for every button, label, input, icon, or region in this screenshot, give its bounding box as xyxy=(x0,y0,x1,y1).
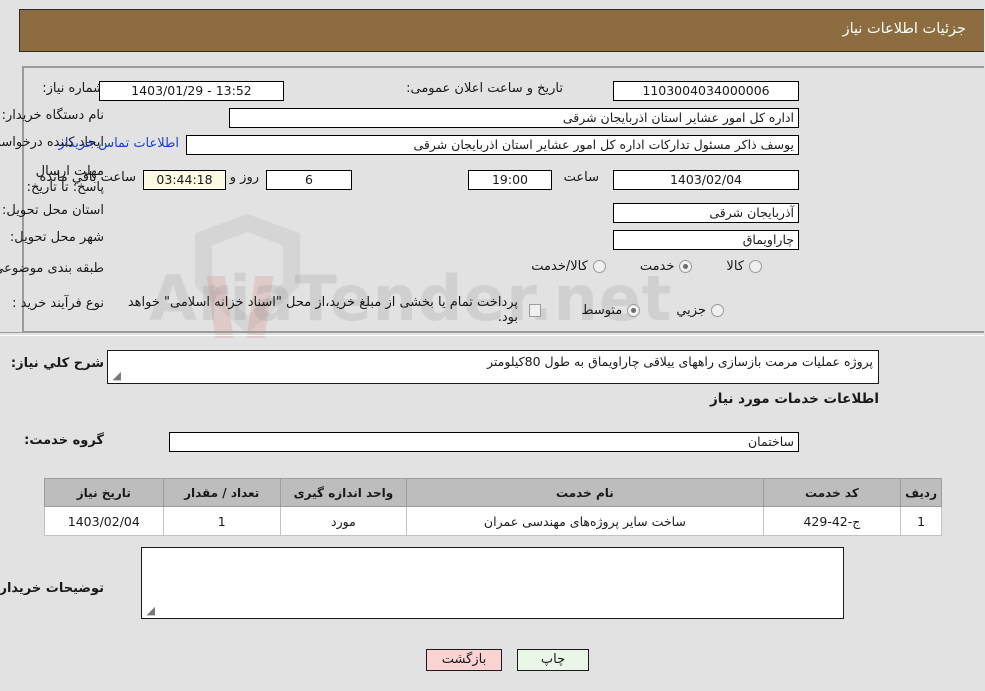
service-group-label: گروه خدمت: xyxy=(25,433,105,448)
checkbox-treasury-bonds[interactable]: پرداخت تمام یا بخشی از مبلغ خرید،از محل … xyxy=(125,295,543,325)
days-remaining-label: روز و xyxy=(230,170,260,185)
need-number-label: شماره نیاز: xyxy=(43,81,105,96)
need-info-panel xyxy=(23,66,985,333)
col-header-unit: واحد اندازه گیری xyxy=(280,478,409,507)
deadline-time-label: ساعت xyxy=(564,170,600,185)
countdown-field[interactable]: 03:44:18 xyxy=(144,170,227,190)
radio-option-motavasset[interactable]: متوسط xyxy=(582,302,642,318)
countdown-label-wrap: ساعت باقي مانده xyxy=(41,170,137,185)
announce-datetime-label-wrap: تاریخ و ساعت اعلان عمومی: xyxy=(407,81,564,96)
radio-icon-kala[interactable] xyxy=(750,260,763,273)
buyer-contact-link-wrap: اطلاعات تماس خریدار xyxy=(60,136,180,151)
service-group-field[interactable]: ساختمان xyxy=(170,432,800,452)
section-divider xyxy=(0,332,985,336)
cell-service-name: ساخت سایر پروژه‌های مهندسی عمران xyxy=(407,506,765,536)
delivery-city-label: شهر محل تحویل: xyxy=(10,230,105,245)
col-header-index: ردیف xyxy=(901,478,943,507)
window-header: جزئیات اطلاعات نیاز xyxy=(20,9,985,52)
buyer-contact-link[interactable]: اطلاعات تماس خریدار xyxy=(60,136,180,151)
delivery-city-label-wrap: شهر محل تحویل: xyxy=(11,230,105,245)
radio-icon-motavasset[interactable] xyxy=(628,303,642,317)
radio-label-jozei: جزیي xyxy=(677,302,707,318)
service-group-label-wrap: گروه خدمت: xyxy=(25,433,105,448)
services-table: ردیف کد خدمت نام خدمت واحد اندازه گیری ت… xyxy=(45,478,943,536)
buyer-notes-label-wrap: توضیحات خریدار: xyxy=(0,581,105,596)
general-description-label: شرح كلي نياز: xyxy=(11,356,105,371)
cell-index: 1 xyxy=(901,506,943,536)
subject-category-radio-group: کالا خدمت کالا/خدمت xyxy=(173,259,763,274)
days-label-wrap: روز و xyxy=(231,170,260,185)
col-header-service-code: کد خدمت xyxy=(763,478,903,507)
countdown-label: ساعت باقي مانده xyxy=(40,170,137,185)
deadline-time-field[interactable]: 19:00 xyxy=(469,170,553,190)
need-number-label-wrap: شماره نیاز: xyxy=(5,81,105,96)
deadline-date-field[interactable]: 1403/02/04 xyxy=(614,170,800,190)
radio-label-motavasset: متوسط xyxy=(582,302,624,318)
radio-icon-jozei[interactable] xyxy=(712,303,725,317)
delivery-province-label: استان محل تحویل: xyxy=(3,203,105,218)
table-row: 1 ج-42-429 ساخت سایر پروژه‌های مهندسی عم… xyxy=(45,506,943,536)
days-remaining-field[interactable]: 6 xyxy=(267,170,353,190)
cell-quantity: 1 xyxy=(163,506,282,536)
col-header-service-name: نام خدمت xyxy=(407,478,765,507)
subject-category-label: طبقه بندی موضوعی: xyxy=(0,261,105,276)
purchase-process-label: نوع فرآیند خرید : xyxy=(13,296,105,311)
radio-option-kala-khedmat[interactable]: کالا/خدمت xyxy=(532,259,607,274)
delivery-city-field[interactable]: چاراویماق xyxy=(614,230,800,250)
buyer-org-label: نام دستگاه خریدار: xyxy=(2,108,105,123)
radio-icon-kala-khedmat[interactable] xyxy=(593,260,607,273)
announce-datetime-field[interactable]: 13:52 - 1403/01/29 xyxy=(100,81,285,101)
radio-label-kala-khedmat: کالا/خدمت xyxy=(532,259,589,274)
general-description-textarea[interactable]: پروژه عملیات مرمت بازسازی راههای ییلاقی … xyxy=(108,350,880,384)
delivery-province-field[interactable]: آذربایجان شرقی xyxy=(614,203,800,223)
purchase-process-label-wrap: نوع فرآیند خرید : xyxy=(13,296,105,311)
radio-option-jozei[interactable]: جزیي xyxy=(677,303,725,318)
radio-option-kala[interactable]: کالا xyxy=(727,259,763,274)
cell-unit: مورد xyxy=(280,506,409,536)
checkbox-label-treasury-bonds: پرداخت تمام یا بخشی از مبلغ خرید،از محل … xyxy=(128,295,520,325)
radio-label-khedmat: خدمت xyxy=(640,259,676,274)
cell-service-code: ج-42-429 xyxy=(763,506,903,536)
col-header-need-date: تاریخ نیاز xyxy=(45,478,165,507)
need-number-field[interactable]: 1103004034000006 xyxy=(614,81,800,101)
purchase-process-radio-group: جزیي متوسط پرداخت تمام یا بخشی از مبلغ خ… xyxy=(125,295,725,325)
delivery-province-label-wrap: استان محل تحویل: xyxy=(3,203,105,218)
radio-label-kala: کالا xyxy=(727,259,745,274)
checkbox-icon-treasury-bonds[interactable] xyxy=(530,303,543,317)
back-button[interactable]: بازگشت xyxy=(427,649,503,671)
radio-option-khedmat[interactable]: خدمت xyxy=(641,259,694,274)
radio-icon-khedmat[interactable] xyxy=(680,260,694,273)
request-creator-field[interactable]: یوسف ذاکر مسئول تدارکات اداره کل امور عش… xyxy=(187,135,800,155)
resize-handle-icon-notes[interactable]: ◢ xyxy=(146,605,156,616)
announce-datetime-label: تاریخ و ساعت اعلان عمومی: xyxy=(407,81,564,96)
resize-handle-icon[interactable]: ◢ xyxy=(112,370,122,381)
deadline-time-label-wrap: ساعت xyxy=(565,170,600,185)
page-title: جزئیات اطلاعات نیاز xyxy=(843,21,967,37)
buyer-notes-label: توضیحات خریدار: xyxy=(0,581,105,596)
cell-need-date: 1403/02/04 xyxy=(45,506,165,536)
table-header-row: ردیف کد خدمت نام خدمت واحد اندازه گیری ت… xyxy=(45,478,943,507)
buyer-org-field[interactable]: اداره کل امور عشایر استان اذربایجان شرقی xyxy=(230,108,800,128)
services-section-title: اطلاعات خدمات مورد نیاز xyxy=(710,391,880,407)
subject-category-label-wrap: طبقه بندی موضوعی: xyxy=(0,261,105,276)
general-description-label-wrap: شرح كلي نياز: xyxy=(12,356,105,371)
print-button[interactable]: چاپ xyxy=(518,649,590,671)
col-header-quantity: تعداد / مقدار xyxy=(163,478,282,507)
general-description-value: پروژه عملیات مرمت بازسازی راههای ییلاقی … xyxy=(487,354,874,369)
buyer-notes-textarea[interactable]: ◢ xyxy=(142,547,845,619)
buyer-org-label-wrap: نام دستگاه خریدار: xyxy=(3,108,105,123)
